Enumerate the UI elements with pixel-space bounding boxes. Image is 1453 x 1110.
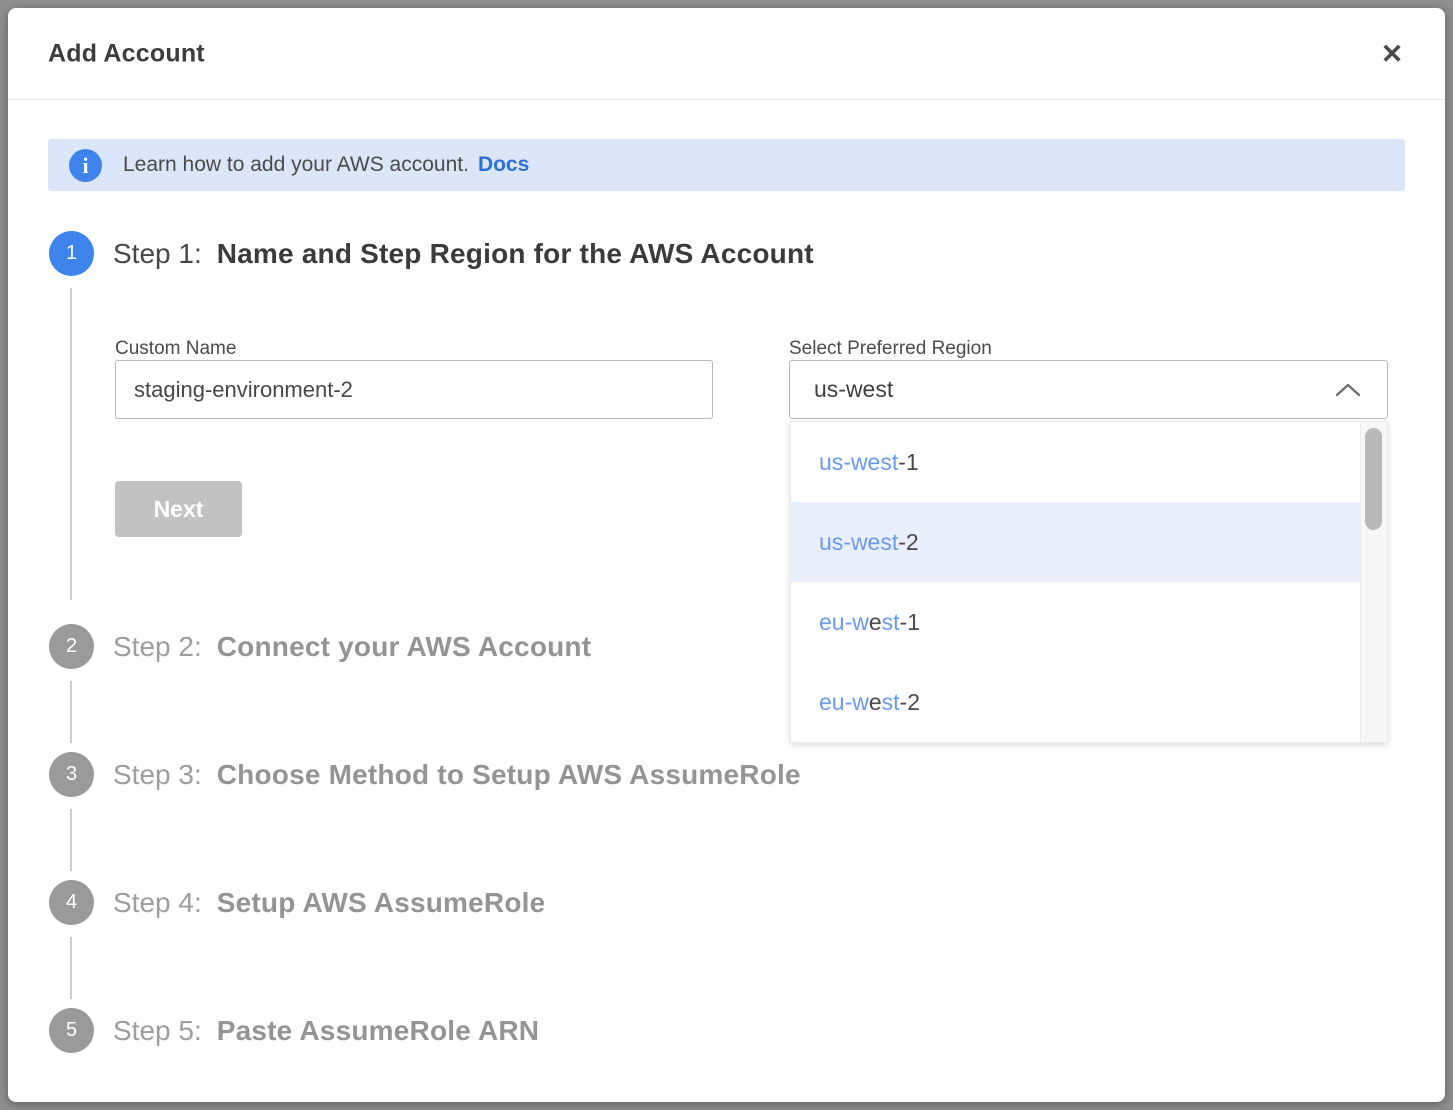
step-4-heading: Step 4: Setup AWS AssumeRole [113,887,545,919]
modal-header: Add Account ✕ [8,8,1445,100]
region-option-label: us-west-2 [819,529,919,556]
step-5-prefix: Step 5: [113,1015,202,1047]
step-2-prefix: Step 2: [113,631,202,663]
custom-name-label: Custom Name [115,338,236,360]
step-5-heading: Step 5: Paste AssumeRole ARN [113,1015,539,1047]
step-1-title: Name and Step Region for the AWS Account [217,238,814,270]
info-banner-text: Learn how to add your AWS account. [123,153,469,177]
info-icon: i [69,149,102,182]
region-option-label: eu-west-2 [819,689,920,716]
step-3-badge: 3 [49,752,94,797]
add-account-modal: Add Account ✕ i Learn how to add your AW… [8,8,1445,1102]
region-option-us-west-1[interactable]: us-west-1 [791,422,1361,502]
step-2-heading: Step 2: Connect your AWS Account [113,631,591,663]
next-button[interactable]: Next [115,481,242,537]
region-option-us-west-2[interactable]: us-west-2 [791,502,1361,582]
dropdown-scrollbar-thumb[interactable] [1365,428,1382,530]
step-2-title: Connect your AWS Account [217,631,592,663]
region-option-eu-west-2[interactable]: eu-west-2 [791,662,1361,742]
step-connector-1 [70,288,72,600]
step-1-prefix: Step 1: [113,238,202,270]
docs-link[interactable]: Docs [478,153,529,177]
step-4-badge: 4 [49,880,94,925]
step-connector-4 [70,937,72,999]
step-4-title: Setup AWS AssumeRole [217,887,546,919]
step-connector-3 [70,809,72,871]
step-1-badge: 1 [49,231,94,276]
region-select-value: us-west [814,376,893,403]
step-5-badge: 5 [49,1008,94,1053]
region-option-label: eu-west-1 [819,609,920,636]
dropdown-scrollbar[interactable] [1360,422,1387,742]
region-option-label: us-west-1 [819,449,919,476]
region-label: Select Preferred Region [789,338,992,360]
step-3-title: Choose Method to Setup AWS AssumeRole [217,759,801,791]
chevron-up-icon [1335,382,1361,398]
step-2-badge: 2 [49,624,94,669]
step-4-prefix: Step 4: [113,887,202,919]
step-5-title: Paste AssumeRole ARN [217,1015,539,1047]
step-3-prefix: Step 3: [113,759,202,791]
close-icon[interactable]: ✕ [1377,39,1407,69]
region-select[interactable]: us-west [789,360,1388,419]
step-connector-2 [70,681,72,743]
region-dropdown-menu: us-west-1 us-west-2 eu-west-1 eu-west-2 [790,421,1388,743]
custom-name-input[interactable] [115,360,713,419]
modal-backdrop: { "modal": { "title": "Add Account", "cl… [0,0,1453,1110]
region-option-eu-west-1[interactable]: eu-west-1 [791,582,1361,662]
info-banner: i Learn how to add your AWS account. Doc… [48,139,1405,191]
step-3-heading: Step 3: Choose Method to Setup AWS Assum… [113,759,801,791]
step-1-heading: Step 1: Name and Step Region for the AWS… [113,238,814,270]
page-title: Add Account [48,39,205,68]
